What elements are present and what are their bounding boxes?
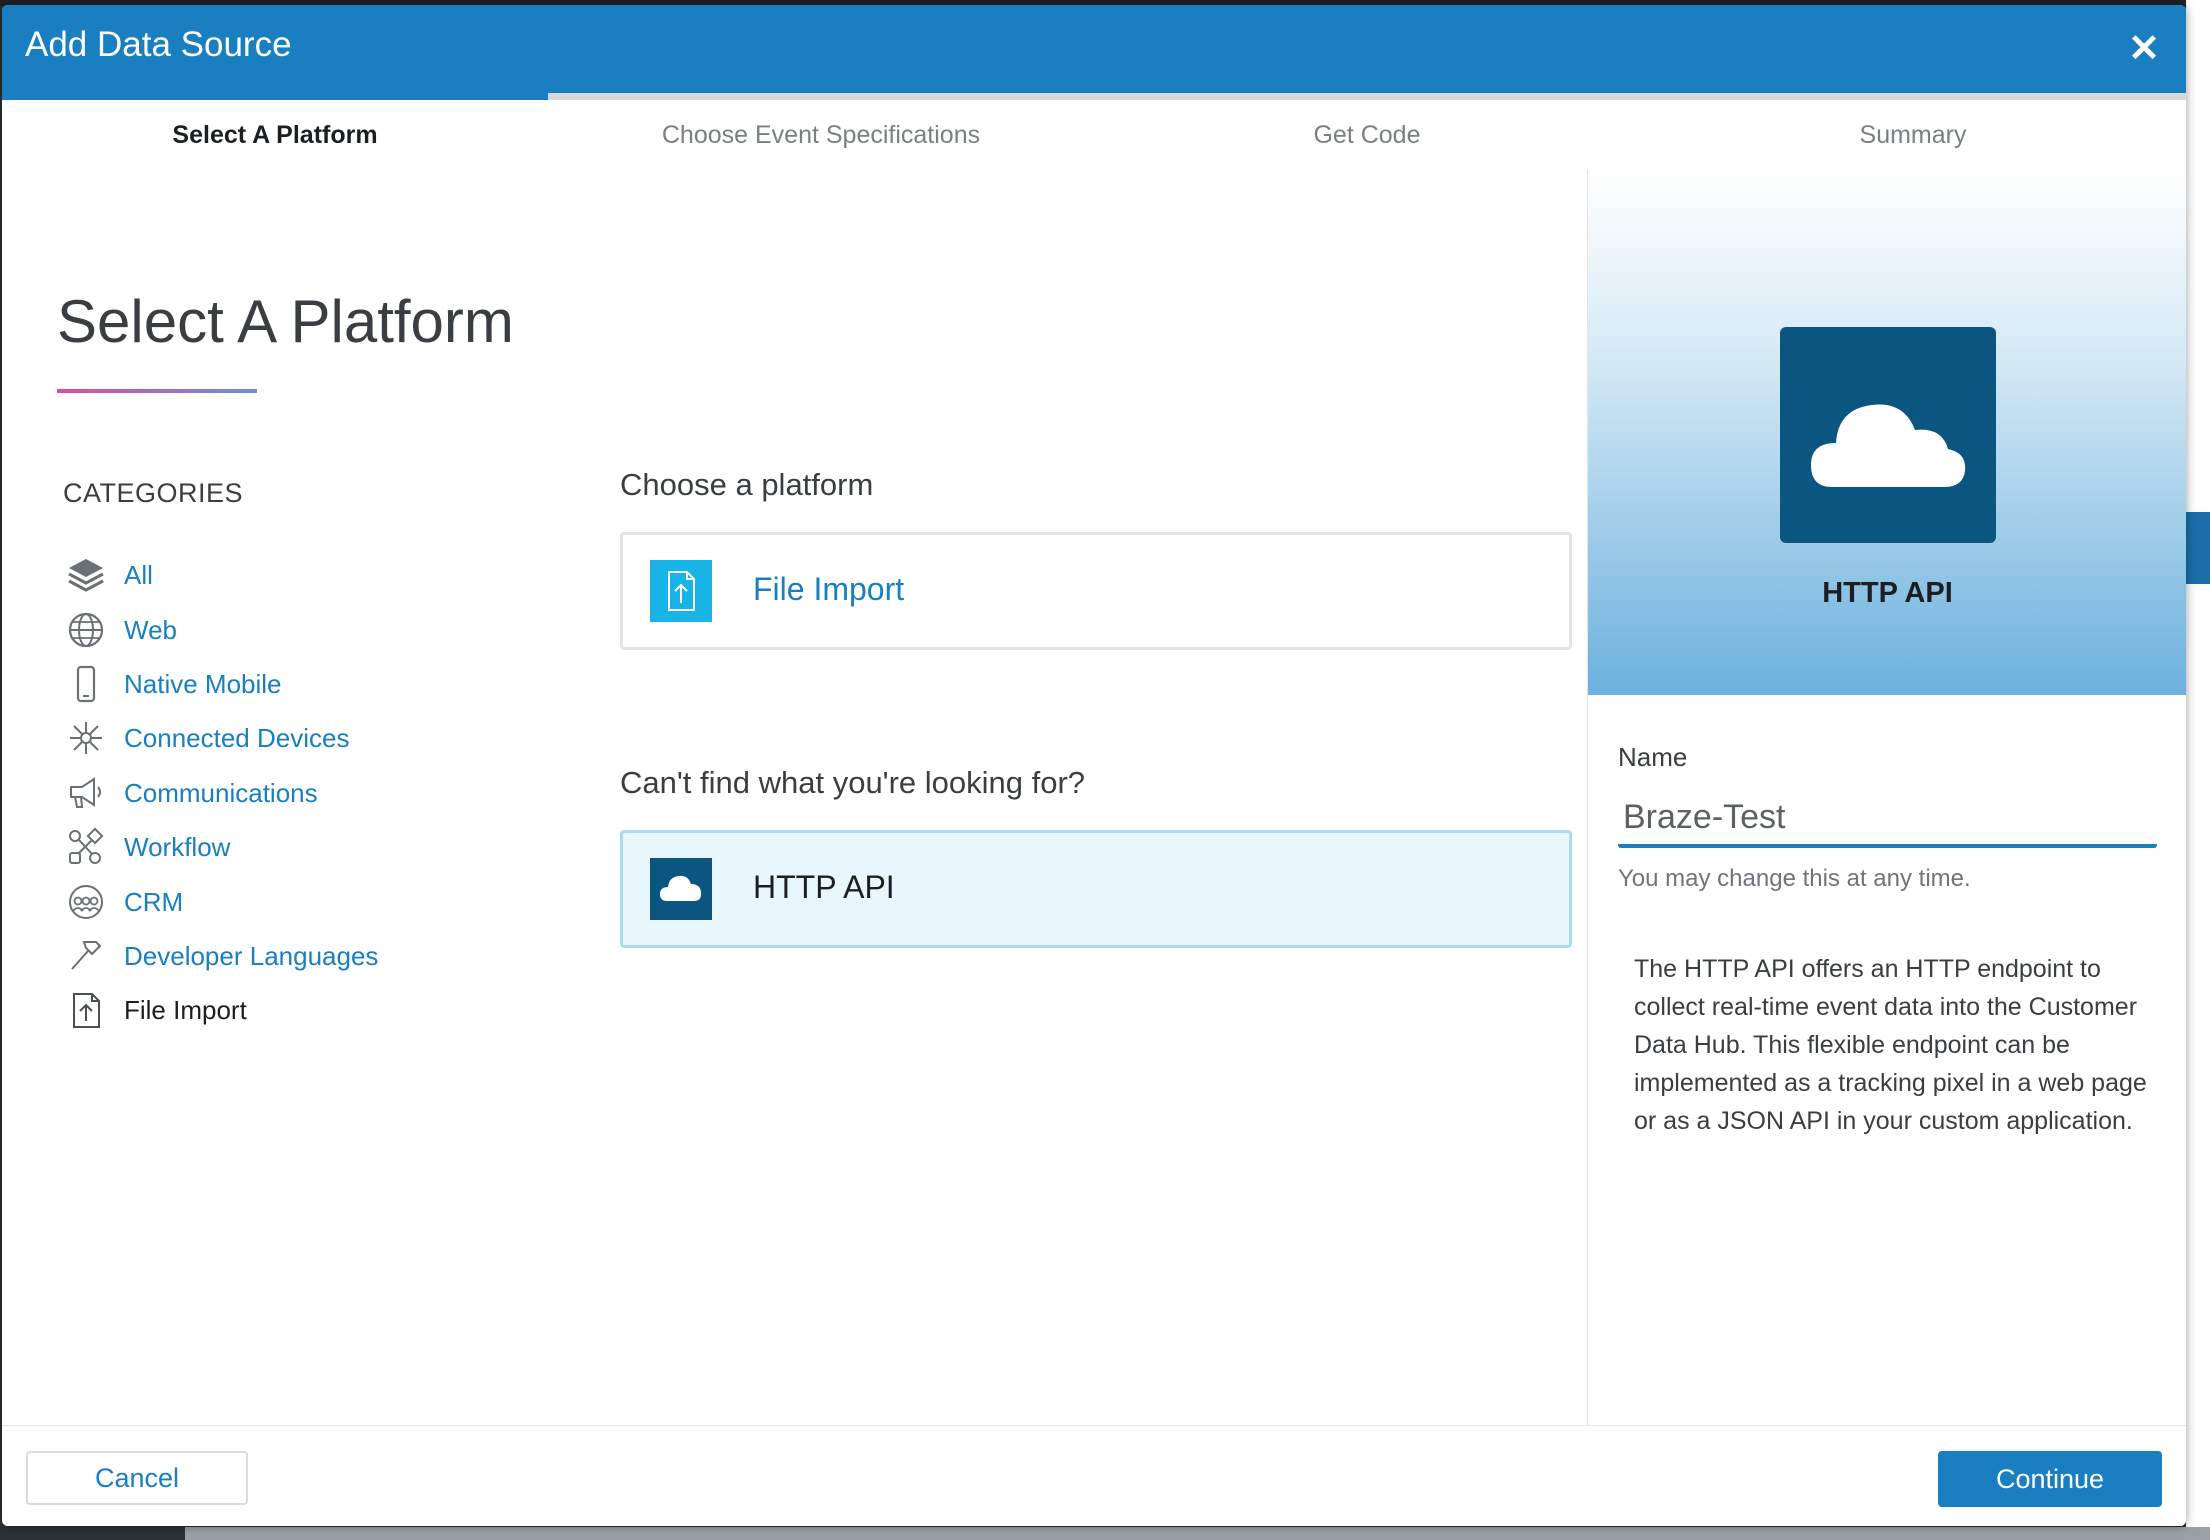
category-label: Workflow xyxy=(124,831,231,862)
background-page-bottom xyxy=(185,1527,2210,1540)
mobile-phone-icon xyxy=(63,661,109,707)
category-native-mobile[interactable]: Native Mobile xyxy=(63,659,463,709)
background-band xyxy=(2186,512,2210,584)
name-hint: You may change this at any time. xyxy=(1618,865,1971,892)
category-label: Communications xyxy=(124,777,318,808)
background-page-right xyxy=(2186,0,2210,1540)
cant-find-label: Can't find what you're looking for? xyxy=(620,765,1086,800)
category-workflow[interactable]: Workflow xyxy=(63,822,463,872)
cancel-button[interactable]: Cancel xyxy=(26,1451,248,1505)
network-hub-icon xyxy=(63,715,109,761)
category-label: Web xyxy=(124,614,177,645)
megaphone-icon xyxy=(63,770,109,816)
people-group-icon xyxy=(63,879,109,925)
category-all[interactable]: All xyxy=(63,550,463,600)
globe-icon xyxy=(63,607,109,653)
platform-card-label: HTTP API xyxy=(753,869,895,905)
categories-heading: CATEGORIES xyxy=(63,478,244,508)
category-label: File Import xyxy=(124,994,247,1025)
modal-header: Add Data Source ✕ xyxy=(2,5,2186,93)
step-choose-event-specifications[interactable]: Choose Event Specifications xyxy=(548,100,1094,170)
close-icon[interactable]: ✕ xyxy=(2122,27,2166,71)
choose-platform-label: Choose a platform xyxy=(620,467,874,502)
platform-preview: HTTP API xyxy=(1588,170,2186,695)
page-title: Select A Platform xyxy=(57,288,514,355)
platform-card-file-import[interactable]: File Import xyxy=(620,532,1572,650)
modal-footer: Cancel Continue xyxy=(2,1425,2186,1526)
wizard-progress-fill xyxy=(2,93,548,100)
name-field-label: Name xyxy=(1618,742,1688,772)
category-connected-devices[interactable]: Connected Devices xyxy=(63,713,463,763)
layers-icon xyxy=(63,552,109,598)
name-input[interactable] xyxy=(1618,790,2157,848)
step-select-platform[interactable]: Select A Platform xyxy=(2,100,548,170)
category-label: Developer Languages xyxy=(124,940,379,971)
platform-card-label: File Import xyxy=(753,571,905,607)
step-summary[interactable]: Summary xyxy=(1640,100,2186,170)
add-data-source-modal: Add Data Source ✕ Select A Platform Choo… xyxy=(2,5,2186,1526)
category-label: All xyxy=(124,559,153,590)
category-label: Connected Devices xyxy=(124,722,350,753)
cloud-icon xyxy=(1780,327,1996,543)
continue-button[interactable]: Continue xyxy=(1938,1451,2162,1507)
category-label: CRM xyxy=(124,886,184,917)
cloud-icon xyxy=(650,858,712,920)
title-underline xyxy=(57,389,257,393)
modal-content: Select A Platform CATEGORIES All Web Nat… xyxy=(2,170,2186,1425)
file-upload-icon xyxy=(63,987,109,1033)
modal-title: Add Data Source xyxy=(25,25,292,64)
file-upload-icon xyxy=(650,560,712,622)
wizard-progress-bar xyxy=(2,93,2186,100)
workflow-icon xyxy=(63,824,109,870)
category-developer-languages[interactable]: Developer Languages xyxy=(63,931,463,981)
category-communications[interactable]: Communications xyxy=(63,768,463,818)
category-file-import[interactable]: File Import xyxy=(63,985,463,1035)
category-crm[interactable]: CRM xyxy=(63,877,463,927)
hammer-icon xyxy=(63,933,109,979)
category-web[interactable]: Web xyxy=(63,605,463,655)
platform-description: The HTTP API offers an HTTP endpoint to … xyxy=(1634,955,2147,1135)
platform-preview-panel: HTTP API Name You may change this at any… xyxy=(1587,170,2186,1425)
step-get-code[interactable]: Get Code xyxy=(1094,100,1640,170)
preview-platform-name: HTTP API xyxy=(1822,577,1953,609)
platform-card-http-api[interactable]: HTTP API xyxy=(620,830,1572,948)
category-label: Native Mobile xyxy=(124,668,282,699)
wizard-steps: Select A Platform Choose Event Specifica… xyxy=(2,100,2186,170)
